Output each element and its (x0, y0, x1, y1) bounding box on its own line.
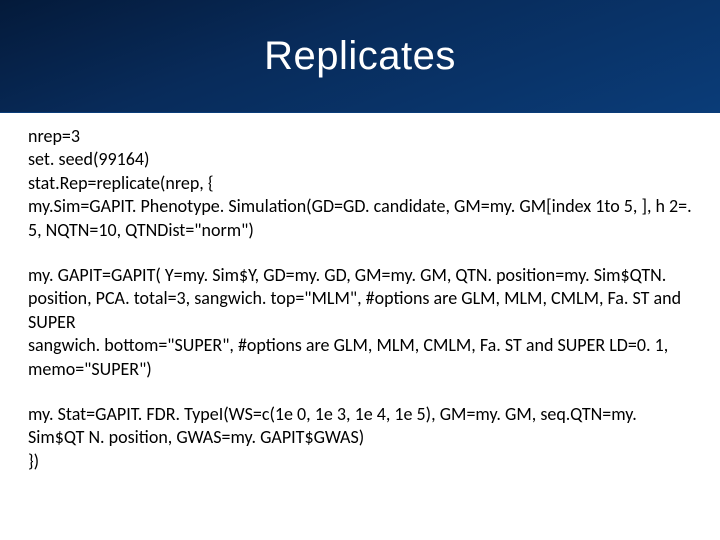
slide-title: Replicates (264, 34, 456, 79)
code-line: my. GAPIT=GAPIT( Y=my. Sim$Y, GD=my. GD,… (28, 264, 692, 334)
title-bar: Replicates (0, 0, 720, 113)
code-line: }) (28, 450, 692, 473)
code-block-1: nrep=3 set. seed(99164) stat.Rep=replica… (28, 125, 692, 242)
code-line: my.Sim=GAPIT. Phenotype. Simulation(GD=G… (28, 195, 692, 242)
code-block-3: my. Stat=GAPIT. FDR. TypeI(WS=c(1e 0, 1e… (28, 403, 692, 473)
code-block-2: my. GAPIT=GAPIT( Y=my. Sim$Y, GD=my. GD,… (28, 264, 692, 381)
code-line: sangwich. bottom="SUPER", #options are G… (28, 334, 692, 381)
slide: Replicates nrep=3 set. seed(99164) stat.… (0, 0, 720, 540)
code-line: stat.Rep=replicate(nrep, { (28, 172, 692, 195)
code-line: nrep=3 (28, 125, 692, 148)
slide-content: nrep=3 set. seed(99164) stat.Rep=replica… (0, 113, 720, 507)
code-line: set. seed(99164) (28, 148, 692, 171)
code-line: my. Stat=GAPIT. FDR. TypeI(WS=c(1e 0, 1e… (28, 403, 692, 450)
